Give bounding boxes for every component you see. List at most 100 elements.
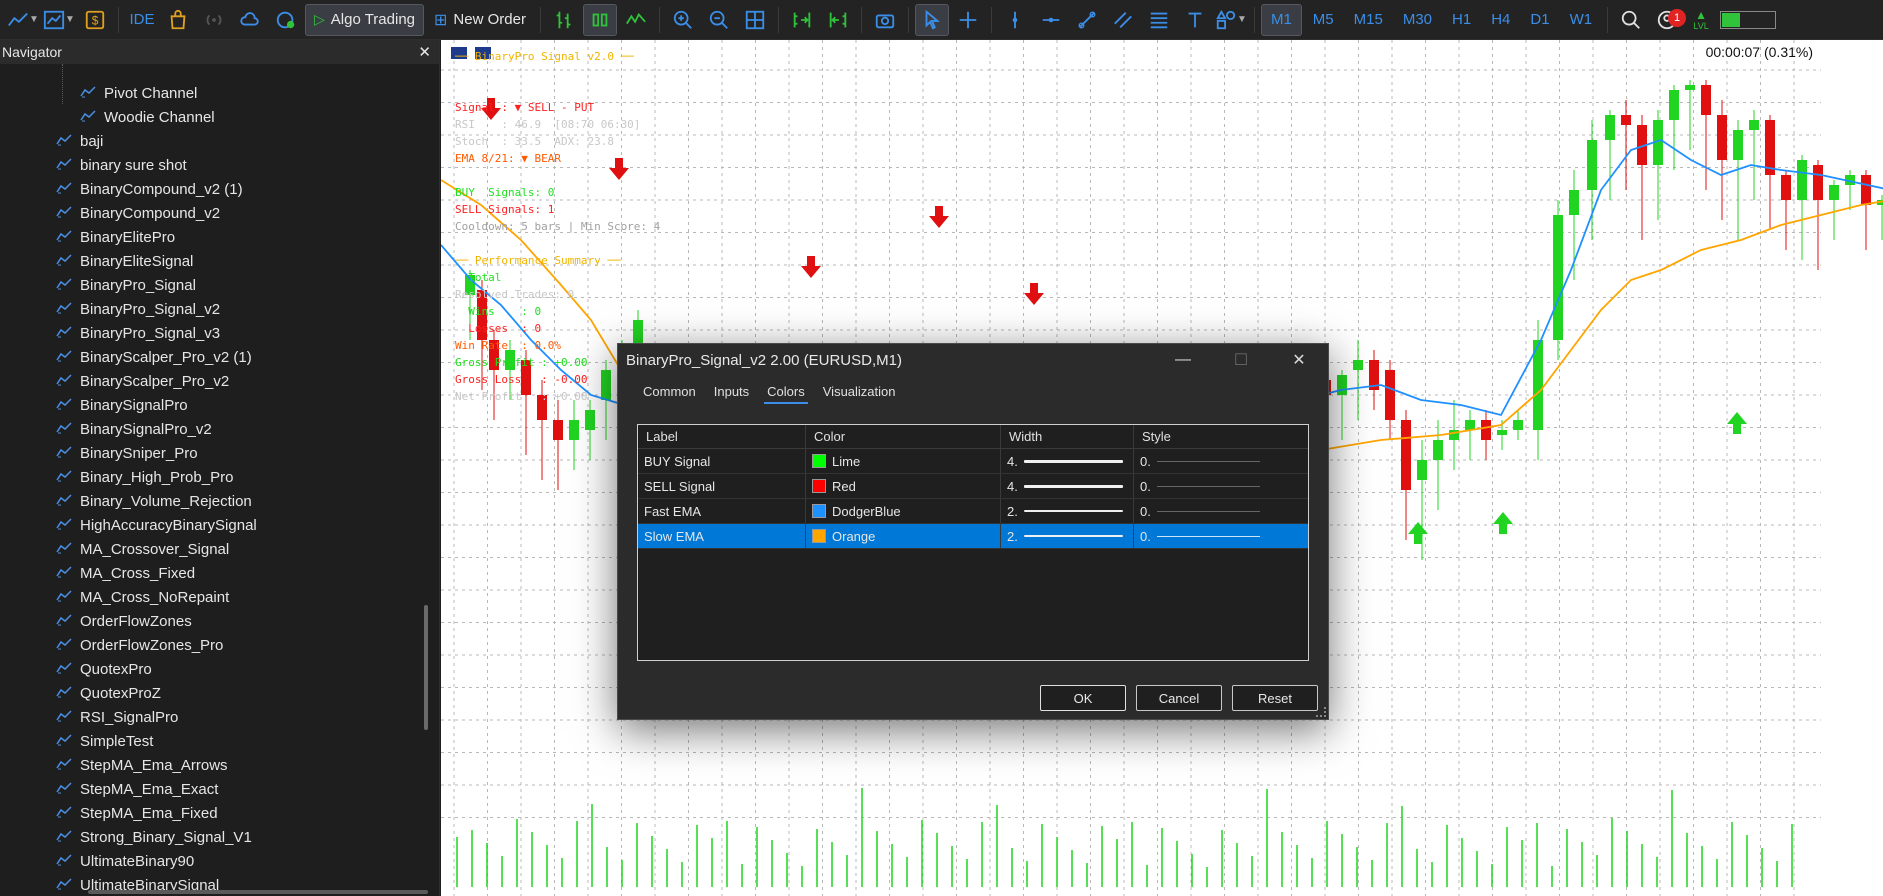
trend-line-icon[interactable] <box>1070 4 1104 36</box>
horizontal-line-icon[interactable] <box>1034 4 1068 36</box>
minimize-icon[interactable]: — <box>1154 344 1212 376</box>
dollar-icon[interactable]: $ <box>78 4 112 36</box>
ok-button[interactable]: OK <box>1040 685 1126 711</box>
navigator-item[interactable]: StepMA_Ema_Exact <box>54 778 218 800</box>
navigator-item[interactable]: StepMA_Ema_Arrows <box>54 754 228 776</box>
resize-grip[interactable] <box>1316 707 1326 717</box>
navigator-item[interactable]: Binary_Volume_Rejection <box>54 490 252 512</box>
navigator-close-button[interactable]: ✕ <box>418 43 431 61</box>
zoom-in-icon[interactable] <box>666 4 700 36</box>
timeframe-m30[interactable]: M30 <box>1394 4 1441 36</box>
navigator-item[interactable]: UltimateBinary90 <box>54 850 194 872</box>
timeframe-m1[interactable]: M1 <box>1260 3 1302 36</box>
navigator-item[interactable]: baji <box>54 130 103 152</box>
navigator-item[interactable]: BinaryScalper_Pro_v2 (1) <box>54 346 252 368</box>
channel-icon[interactable] <box>1106 4 1140 36</box>
crosshair-icon[interactable] <box>951 4 985 36</box>
algo-trading-button[interactable]: ▷ Algo Trading <box>305 3 425 36</box>
row-style-cell[interactable]: 0. <box>1134 449 1270 473</box>
navigator-item[interactable]: HighAccuracyBinarySignal <box>54 514 257 536</box>
col-width-header[interactable]: Width <box>1001 425 1134 448</box>
navigator-item[interactable]: MA_Cross_NoRepaint <box>54 586 229 608</box>
navigator-item[interactable]: RSI_SignalPro <box>54 706 178 728</box>
row-color-cell[interactable]: Lime <box>806 449 1001 473</box>
navigator-item[interactable]: Strong_Binary_Signal_V1 <box>54 826 252 848</box>
navigator-item[interactable]: Binary_High_Prob_Pro <box>54 466 233 488</box>
col-color-header[interactable]: Color <box>806 425 1001 448</box>
bar-chart-icon[interactable] <box>547 4 581 36</box>
navigator-item[interactable]: MA_Cross_Fixed <box>54 562 195 584</box>
timeframe-m15[interactable]: M15 <box>1345 4 1392 36</box>
col-style-header[interactable]: Style <box>1134 425 1270 448</box>
timeframe-d1[interactable]: D1 <box>1521 4 1558 36</box>
chart-type-icon[interactable]: ▼ <box>6 4 40 36</box>
level-icon[interactable]: ▲ LVL <box>1686 4 1716 36</box>
navigator-item[interactable]: SimpleTest <box>54 730 153 752</box>
navigator-scrollbar[interactable] <box>424 605 428 730</box>
row-style-cell[interactable]: 0. <box>1134 474 1270 498</box>
navigator-item[interactable]: BinaryPro_Signal_v2 <box>54 298 220 320</box>
row-width-cell[interactable]: 4. <box>1001 449 1134 473</box>
vertical-line-icon[interactable] <box>998 4 1032 36</box>
tab-visualization[interactable]: Visualization <box>814 376 905 406</box>
zoom-out-icon[interactable] <box>702 4 736 36</box>
notifications-icon[interactable]: 1 <box>1650 4 1687 36</box>
row-width-cell[interactable]: 2. <box>1001 499 1134 523</box>
cloud-icon[interactable] <box>233 4 267 36</box>
timeframe-h4[interactable]: H4 <box>1482 4 1519 36</box>
navigator-hscrollbar[interactable] <box>88 890 428 894</box>
candlestick-icon[interactable] <box>582 3 617 36</box>
navigator-item[interactable]: binary sure shot <box>54 154 187 176</box>
timeframe-w1[interactable]: W1 <box>1561 4 1602 36</box>
screenshot-camera-icon[interactable] <box>868 4 902 36</box>
chart-template-icon[interactable]: ▼ <box>42 4 76 36</box>
col-label-header[interactable]: Label <box>638 425 806 448</box>
autoscroll-icon[interactable] <box>785 4 819 36</box>
cancel-button[interactable]: Cancel <box>1136 685 1222 711</box>
row-width-cell[interactable]: 4. <box>1001 474 1134 498</box>
line-chart-icon[interactable] <box>619 4 653 36</box>
grid-icon[interactable] <box>738 4 772 36</box>
navigator-item[interactable]: BinarySignalPro_v2 <box>54 418 212 440</box>
fibonacci-icon[interactable] <box>1142 4 1176 36</box>
grid-row[interactable]: Slow EMA Orange 2. 0. <box>638 524 1308 549</box>
navigator-item[interactable]: OrderFlowZones <box>54 610 192 632</box>
tab-inputs[interactable]: Inputs <box>705 376 758 406</box>
navigator-item[interactable]: BinaryElitePro <box>54 226 175 248</box>
navigator-item[interactable]: QuotexProZ <box>54 682 161 704</box>
row-color-cell[interactable]: Red <box>806 474 1001 498</box>
navigator-item[interactable]: QuotexPro <box>54 658 152 680</box>
row-color-cell[interactable]: Orange <box>806 524 1001 548</box>
reset-button[interactable]: Reset <box>1232 685 1318 711</box>
navigator-subitem[interactable]: Pivot Channel <box>78 82 197 104</box>
signal-radio-icon[interactable] <box>197 4 231 36</box>
grid-row[interactable]: Fast EMA DodgerBlue 2. 0. <box>638 499 1308 524</box>
market-bag-icon[interactable] <box>161 4 195 36</box>
tab-colors[interactable]: Colors <box>758 376 814 406</box>
timeframe-h1[interactable]: H1 <box>1443 4 1480 36</box>
navigator-subitem[interactable]: Woodie Channel <box>78 106 215 128</box>
chart-shift-icon[interactable] <box>821 4 855 36</box>
shapes-icon[interactable]: ▼ <box>1214 4 1248 36</box>
search-icon[interactable] <box>1614 4 1648 36</box>
navigator-item[interactable]: BinarySniper_Pro <box>54 442 198 464</box>
navigator-item[interactable]: OrderFlowZones_Pro <box>54 634 223 656</box>
close-icon[interactable]: ✕ <box>1270 344 1328 376</box>
grid-row[interactable]: BUY Signal Lime 4. 0. <box>638 449 1308 474</box>
row-style-cell[interactable]: 0. <box>1134 499 1270 523</box>
navigator-item[interactable]: BinarySignalPro <box>54 394 188 416</box>
row-style-cell[interactable]: 0. <box>1134 524 1270 548</box>
navigator-item[interactable]: BinaryCompound_v2 (1) <box>54 178 243 200</box>
navigator-item[interactable]: BinaryPro_Signal <box>54 274 196 296</box>
navigator-item[interactable]: BinaryPro_Signal_v3 <box>54 322 220 344</box>
vps-globe-icon[interactable] <box>269 4 303 36</box>
grid-row[interactable]: SELL Signal Red 4. 0. <box>638 474 1308 499</box>
row-color-cell[interactable]: DodgerBlue <box>806 499 1001 523</box>
navigator-item[interactable]: MA_Crossover_Signal <box>54 538 229 560</box>
navigator-item[interactable]: BinaryCompound_v2 <box>54 202 220 224</box>
ide-button[interactable]: IDE <box>125 4 159 36</box>
navigator-item[interactable]: StepMA_Ema_Fixed <box>54 802 218 824</box>
row-width-cell[interactable]: 2. <box>1001 524 1134 548</box>
text-tool-icon[interactable] <box>1178 4 1212 36</box>
timeframe-m5[interactable]: M5 <box>1304 4 1343 36</box>
